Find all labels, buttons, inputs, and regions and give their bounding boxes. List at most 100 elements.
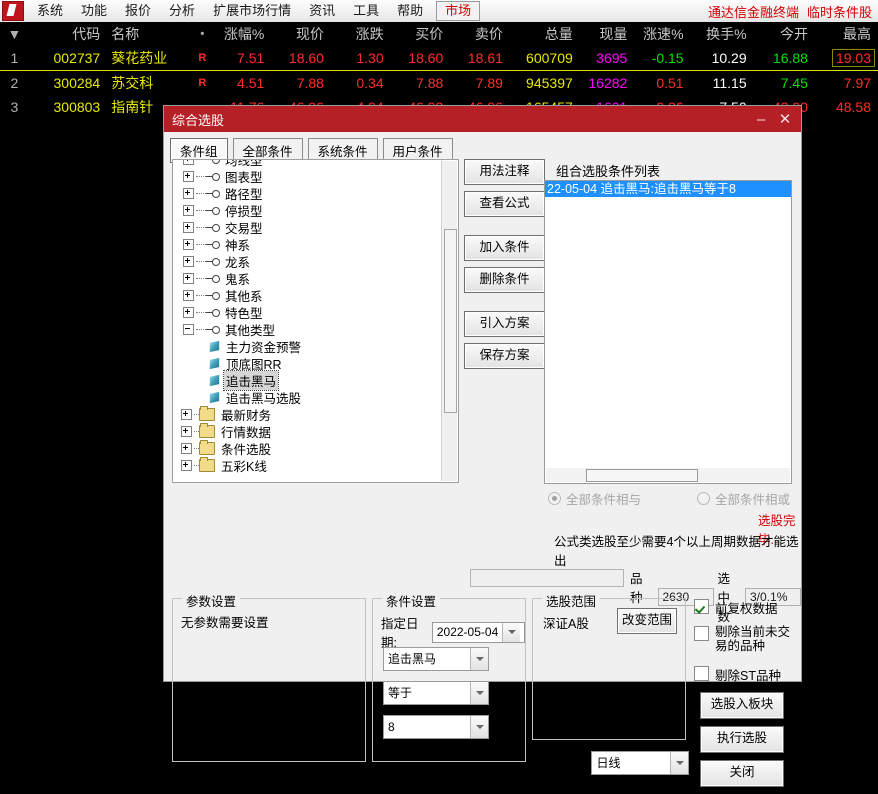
menu-item-extended-market[interactable]: 扩展市场行情 — [204, 1, 300, 21]
menu-item-help[interactable]: 帮助 — [388, 1, 432, 21]
checkbox-icon[interactable] — [694, 626, 709, 641]
tree-folder-latest-financials[interactable]: 最新财务 — [173, 406, 458, 423]
collapse-icon[interactable] — [183, 324, 194, 335]
radio-all-conditions-or[interactable]: 全部条件相或 — [697, 489, 790, 508]
chevron-down-icon[interactable] — [470, 716, 488, 738]
condition-list-hscrollbar[interactable] — [546, 468, 790, 482]
chevron-down-icon[interactable] — [470, 648, 488, 670]
expand-icon[interactable] — [183, 273, 194, 284]
tree-node-other-types[interactable]: 其他类型 — [173, 321, 458, 338]
tree-node-shen[interactable]: 神系 — [173, 236, 458, 253]
col-name[interactable]: 名称 — [107, 24, 193, 44]
tree-node-other-series[interactable]: 其他系 — [173, 287, 458, 304]
import-scheme-button[interactable]: 引入方案 — [464, 311, 545, 337]
tree-node-stoploss[interactable]: 停损型 — [173, 202, 458, 219]
cell-name[interactable]: 葵花药业 — [107, 48, 193, 68]
usage-note-button[interactable]: 用法注释 — [464, 159, 545, 185]
col-open[interactable]: 今开 — [754, 24, 815, 44]
expand-icon[interactable] — [183, 171, 194, 182]
col-change-pct[interactable]: 涨幅% — [212, 24, 272, 44]
checkbox-icon[interactable] — [694, 599, 709, 614]
tree-leaf-topbottom-rr[interactable]: 顶底图RR — [173, 355, 458, 372]
table-row[interactable]: 1 002737 葵花药业 R 7.51 18.60 1.30 18.60 18… — [0, 46, 878, 71]
minimize-icon[interactable]: – — [749, 111, 773, 128]
screen-period-select[interactable]: 日线 — [591, 751, 690, 775]
menu-item-news[interactable]: 资讯 — [300, 1, 344, 21]
tree-leaf-chase-dark-horse-screen[interactable]: 追击黑马选股 — [173, 389, 458, 406]
cell-code[interactable]: 300803 — [29, 99, 107, 115]
col-turnover[interactable]: 换手% — [691, 24, 754, 44]
expand-icon[interactable] — [181, 460, 192, 471]
tree-node-gui[interactable]: 鬼系 — [173, 270, 458, 287]
condition-list[interactable]: 22-05-04 追击黑马:追击黑马等于8 — [544, 180, 792, 484]
col-high[interactable]: 最高 — [815, 24, 878, 44]
view-formula-button[interactable]: 查看公式 — [464, 191, 545, 217]
tree-folder-condition-screen[interactable]: 条件选股 — [173, 440, 458, 457]
expand-icon[interactable] — [183, 160, 194, 165]
tree-node-moving-average[interactable]: 均线型 — [173, 160, 458, 168]
tree-node-path[interactable]: 路径型 — [173, 185, 458, 202]
tree-node-long[interactable]: 龙系 — [173, 253, 458, 270]
temp-condition-stock-label[interactable]: 临时条件股 — [807, 2, 872, 21]
run-screen-button[interactable]: 执行选股 — [700, 726, 784, 753]
condition-field-select[interactable]: 追击黑马 — [383, 647, 489, 671]
col-change[interactable]: 涨跌 — [331, 24, 391, 44]
add-condition-button[interactable]: 加入条件 — [464, 235, 545, 261]
delete-condition-button[interactable]: 删除条件 — [464, 267, 545, 293]
close-icon[interactable]: ✕ — [773, 110, 797, 128]
expand-icon[interactable] — [183, 256, 194, 267]
cell-code[interactable]: 300284 — [29, 75, 107, 91]
chevron-down-icon[interactable] — [502, 622, 521, 642]
tree-scrollbar-thumb[interactable] — [444, 229, 457, 413]
dialog-title-bar[interactable]: 综合选股 – ✕ — [164, 106, 801, 132]
cell-code[interactable]: 002737 — [29, 50, 107, 66]
expand-icon[interactable] — [181, 426, 192, 437]
menu-item-analysis[interactable]: 分析 — [160, 1, 204, 21]
condition-list-hscrollbar-thumb[interactable] — [586, 469, 698, 482]
col-bid[interactable]: 买价 — [391, 24, 451, 44]
condition-operator-select[interactable]: 等于 — [383, 681, 489, 705]
table-row[interactable]: 2 300284 苏交科 R 4.51 7.88 0.34 7.88 7.89 … — [0, 71, 878, 95]
col-current-volume[interactable]: 现量 — [580, 24, 635, 44]
col-ask[interactable]: 卖价 — [450, 24, 510, 44]
col-volume[interactable]: 总量 — [510, 24, 580, 44]
add-to-block-button[interactable]: 选股入板块 — [700, 692, 784, 719]
expand-icon[interactable] — [183, 290, 194, 301]
change-scope-button[interactable]: 改变范围 — [617, 608, 677, 634]
col-price[interactable]: 现价 — [271, 24, 331, 44]
expand-icon[interactable] — [183, 307, 194, 318]
list-item[interactable]: 22-05-04 追击黑马:追击黑马等于8 — [545, 181, 791, 197]
condition-threshold-select[interactable]: 8 — [383, 715, 489, 739]
tree-folder-colored-kline[interactable]: 五彩K线 — [173, 457, 458, 474]
expand-icon[interactable] — [181, 409, 192, 420]
sort-chevron-down-icon[interactable]: ▼ — [0, 26, 29, 42]
tree-folder-market-data[interactable]: 行情数据 — [173, 423, 458, 440]
cell-name[interactable]: 苏交科 — [107, 73, 193, 93]
expand-icon[interactable] — [181, 443, 192, 454]
date-picker[interactable]: 2022-05-04 — [431, 621, 525, 643]
chevron-down-icon[interactable] — [470, 682, 488, 704]
expand-icon[interactable] — [183, 205, 194, 216]
checkbox-exclude-st[interactable]: 剔除ST品种 — [694, 665, 794, 684]
tree-node-chart[interactable]: 图表型 — [173, 168, 458, 185]
save-scheme-button[interactable]: 保存方案 — [464, 343, 545, 369]
col-speed[interactable]: 涨速% — [634, 24, 690, 44]
col-code[interactable]: 代码 — [29, 24, 107, 44]
menu-item-system[interactable]: 系统 — [28, 1, 72, 21]
expand-icon[interactable] — [183, 188, 194, 199]
radio-all-conditions-and[interactable]: 全部条件相与 — [548, 489, 641, 508]
tree-node-trade[interactable]: 交易型 — [173, 219, 458, 236]
checkbox-icon[interactable] — [694, 666, 709, 681]
tree-node-featured[interactable]: 特色型 — [173, 304, 458, 321]
tree-leaf-main-fund-alert[interactable]: 主力资金预警 — [173, 338, 458, 355]
menu-item-quotes[interactable]: 报价 — [116, 1, 160, 21]
menu-item-function[interactable]: 功能 — [72, 1, 116, 21]
formula-tree[interactable]: 均线型 图表型 路径型 停损型 交易型 神系 龙系 鬼系 其他系 特色型 其他类… — [172, 159, 459, 483]
checkbox-forward-adjusted[interactable]: 前复权数据 — [694, 598, 794, 617]
tree-leaf-chase-dark-horse[interactable]: 追击黑马 — [173, 370, 458, 391]
tree-scrollbar[interactable] — [441, 161, 457, 481]
checkbox-exclude-untraded[interactable]: 剔除当前未交易的品种 — [694, 625, 794, 653]
close-button[interactable]: 关闭 — [700, 760, 784, 787]
chevron-down-icon[interactable] — [670, 752, 689, 774]
menu-item-tools[interactable]: 工具 — [344, 1, 388, 21]
